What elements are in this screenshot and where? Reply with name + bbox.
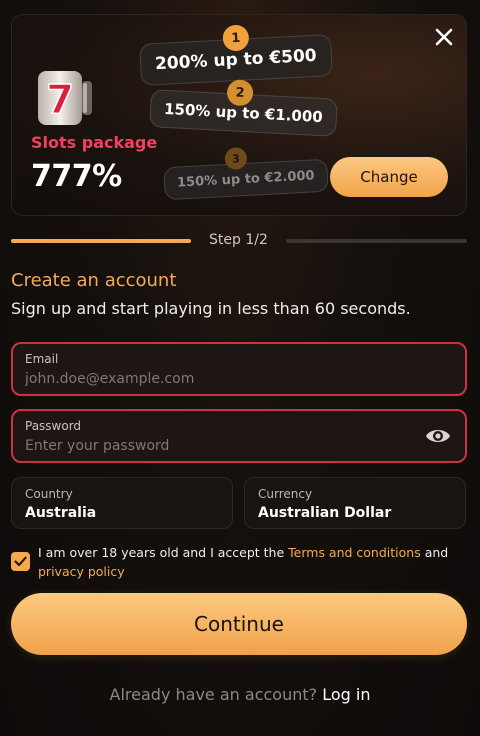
slot-machine-icon: 7	[38, 71, 92, 125]
close-button[interactable]	[428, 21, 460, 53]
password-field[interactable]: Password	[11, 409, 467, 463]
country-select[interactable]: Country Australia	[11, 477, 233, 529]
currency-select[interactable]: Currency Australian Dollar	[244, 477, 466, 529]
login-link[interactable]: Log in	[322, 685, 370, 704]
privacy-policy-link[interactable]: privacy policy	[38, 564, 125, 579]
step-progress: Step 1/2	[11, 232, 467, 250]
terms-text: I am over 18 years old and I accept the …	[38, 543, 470, 581]
step-label: Step 1/2	[209, 232, 268, 248]
svg-text:7: 7	[46, 77, 74, 123]
bonus-tier-2: 150% up to €1.000 2	[149, 79, 338, 137]
password-label: Password	[25, 419, 82, 433]
login-prompt-text: Already have an account?	[109, 685, 318, 704]
password-input[interactable]	[25, 437, 405, 455]
email-label: Email	[25, 352, 59, 366]
email-field[interactable]: Email	[11, 342, 467, 396]
country-value: Australia	[25, 505, 97, 521]
eye-icon[interactable]	[425, 425, 451, 447]
continue-button[interactable]: Continue	[11, 593, 467, 655]
bonus-tier-1: 200% up to €500 1	[139, 24, 333, 86]
currency-label: Currency	[258, 487, 313, 501]
package-name: Slots package	[31, 133, 158, 152]
change-package-button[interactable]: Change	[330, 157, 448, 197]
checkmark-icon	[14, 556, 27, 567]
terms-prefix: I am over 18 years old and I accept the	[38, 545, 289, 560]
country-label: Country	[25, 487, 73, 501]
terms-middle: and	[420, 545, 449, 560]
step-progress-done	[11, 239, 191, 243]
bonus-tier-label: 150% up to €2.000	[163, 158, 329, 201]
terms-checkbox[interactable]	[11, 552, 30, 571]
promo-banner: 7 Slots package 777% 200% up to €500 1 1…	[11, 14, 467, 216]
bonus-tier-3: 150% up to €2.000 3	[163, 146, 329, 201]
email-input[interactable]	[25, 370, 405, 388]
login-prompt: Already have an account? Log in	[0, 685, 480, 704]
package-value: 777%	[31, 159, 122, 194]
form-title: Create an account	[11, 270, 177, 291]
close-icon	[435, 28, 453, 46]
form-subtitle: Sign up and start playing in less than 6…	[11, 299, 411, 318]
terms-link[interactable]: Terms and conditions	[288, 545, 421, 560]
step-progress-remaining	[286, 239, 467, 243]
currency-value: Australian Dollar	[258, 505, 392, 521]
